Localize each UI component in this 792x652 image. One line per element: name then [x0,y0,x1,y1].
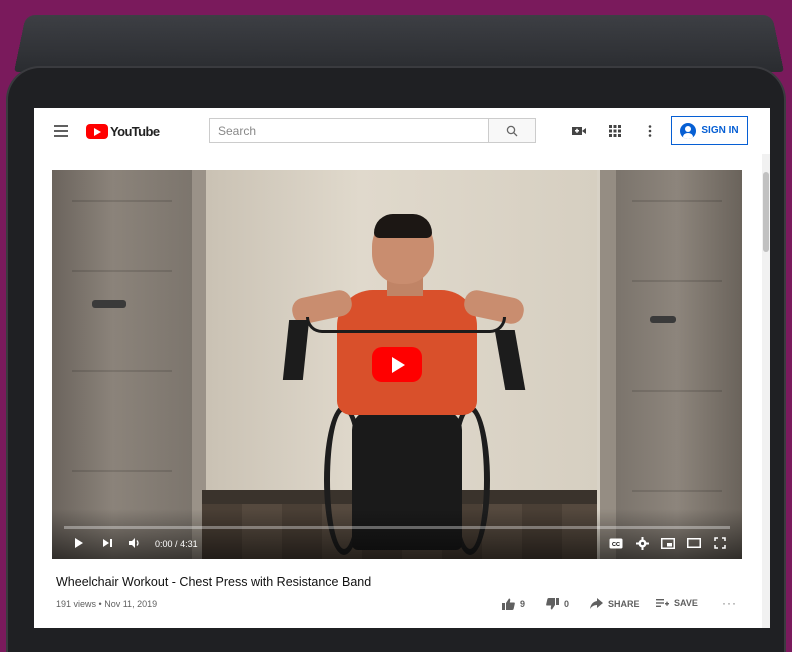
youtube-logo[interactable]: YouTube [86,122,159,140]
miniplayer-icon[interactable] [660,535,676,551]
next-icon[interactable] [100,535,114,551]
svg-text:CC: CC [612,541,620,547]
video-player[interactable]: 0:00 / 4:31 CC [52,170,742,559]
duration: 4:31 [180,539,198,549]
search-icon [506,125,518,137]
more-actions-icon[interactable]: ··· [722,596,737,610]
account-circle-icon [680,123,696,139]
search-input[interactable] [209,118,488,143]
search-bar [209,118,536,143]
upload-date: Nov 11, 2019 [104,599,157,609]
dislike-button[interactable]: 0 [546,598,569,610]
browser-screen: YouTube Search SIGN IN 0:00 / 4:31 CC Wh… [34,108,770,628]
video-title: Wheelchair Workout - Chest Press with Re… [56,575,371,589]
time-display: 0:00 / 4:31 [155,539,198,549]
tablet-case-cover [14,15,784,72]
share-button[interactable]: SHARE [590,598,640,609]
youtube-play-icon [86,124,108,139]
video-camera-icon[interactable] [571,123,587,139]
theater-mode-icon[interactable] [686,535,702,551]
video-meta: 191 views • Nov 11, 2019 [56,599,157,609]
like-count: 9 [520,599,525,609]
save-label: SAVE [674,598,698,608]
volume-icon[interactable] [126,535,142,551]
sign-in-button[interactable]: SIGN IN [671,116,748,145]
settings-gear-icon[interactable] [634,535,650,551]
dislike-count: 0 [564,599,569,609]
thumbs-down-icon [546,598,559,610]
thumbs-up-icon [502,598,515,610]
search-button[interactable] [488,118,536,143]
like-button[interactable]: 9 [502,598,525,610]
save-button[interactable]: SAVE [656,598,698,608]
scrollbar-thumb[interactable] [763,172,769,252]
more-vertical-icon[interactable] [642,123,658,139]
masthead: YouTube Search SIGN IN [34,108,770,154]
sign-in-label: SIGN IN [701,125,738,136]
large-play-button[interactable] [372,347,422,382]
share-label: SHARE [608,599,640,609]
share-arrow-icon [590,598,603,609]
resistance-band [306,317,506,333]
captions-icon[interactable]: CC [608,535,624,551]
page-scrollbar[interactable] [762,154,770,628]
play-icon[interactable] [72,535,86,551]
player-controls-bar [52,509,742,559]
view-count: 191 views [56,599,96,609]
fullscreen-icon[interactable] [712,535,728,551]
hamburger-menu-icon[interactable] [54,125,68,137]
progress-bar[interactable] [64,526,730,529]
video-frame-left-door [52,170,204,559]
logo-text: YouTube [110,124,159,139]
playlist-add-icon [656,598,669,608]
apps-grid-icon[interactable] [607,123,623,139]
current-time: 0:00 [155,539,173,549]
video-frame-right-door [612,170,742,559]
